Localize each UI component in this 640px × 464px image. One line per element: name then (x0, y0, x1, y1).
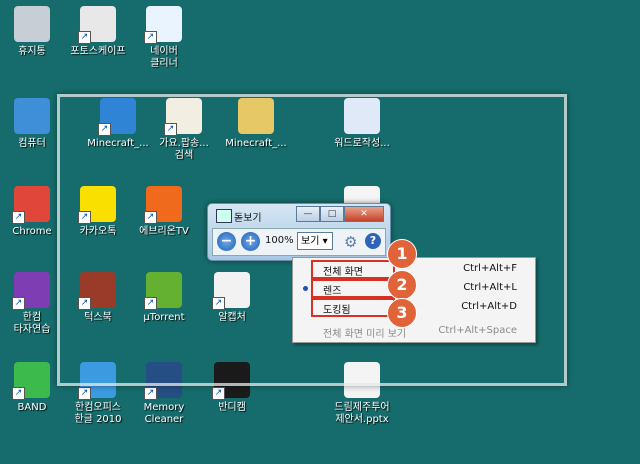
chrome-icon: ↗ (12, 186, 50, 224)
desktop-icon-label: 한컴오피스 한글 2010 (74, 402, 122, 425)
desktop-icon-label: 휴지통 (18, 46, 46, 57)
shortcut-arrow-icon: ↗ (78, 387, 91, 400)
menu-item-label: 도킹됨 (323, 305, 351, 316)
shortcut-arrow-icon: ↗ (12, 387, 25, 400)
step-badge-2: 2 (387, 270, 417, 300)
view-dropdown[interactable]: 보기 ▾ (297, 232, 333, 250)
desktop-icon-naver-cleaner[interactable]: ↗ 네이버 클리너 (128, 6, 200, 70)
menu-item-shortcut: Ctrl+Alt+L (463, 282, 517, 293)
shortcut-arrow-icon: ↗ (144, 31, 157, 44)
radio-dot-icon (303, 286, 308, 291)
desktop-icon-fotoscape[interactable]: ↗ 포토스케이프 (62, 6, 134, 58)
magnifier-toolbar: − + 100% 보기 ▾ ⚙ ? (212, 228, 386, 256)
desktop-icon-recycle[interactable]: 휴지통 (0, 6, 68, 58)
shortcut-arrow-icon: ↗ (78, 31, 91, 44)
shortcut-arrow-icon: ↗ (12, 297, 25, 310)
desktop-icon-label: BAND (17, 402, 47, 413)
magnifier-title: 돋보기 (234, 213, 262, 224)
desktop-icon-label: 네이버 클리너 (150, 46, 178, 69)
help-icon[interactable]: ? (365, 233, 381, 249)
menu-item-label: 렌즈 (323, 286, 342, 297)
hancom-typing-icon: ↗ (12, 272, 50, 310)
menu-item-label: 전체 화면 (323, 267, 363, 278)
zoom-out-button[interactable]: − (217, 232, 236, 251)
minimize-button[interactable]: — (296, 206, 320, 222)
menu-item-shortcut: Ctrl+Alt+F (463, 263, 517, 274)
magnifier-app-icon (216, 209, 232, 223)
gear-icon[interactable]: ⚙ (344, 233, 357, 251)
view-menu: 전체 화면 Ctrl+Alt+F 렌즈 Ctrl+Alt+L 도킹됨 Ctrl+… (292, 257, 536, 343)
band-icon: ↗ (12, 362, 50, 400)
desktop-icon-label: Memory Cleaner (143, 402, 185, 425)
menu-item-shortcut: Ctrl+Alt+D (461, 301, 517, 312)
desktop-icon-label: 반디캠 (218, 402, 246, 413)
shortcut-arrow-icon: ↗ (12, 211, 25, 224)
menu-item-fullscreen-preview: 전체 화면 미리 보기 Ctrl+Alt+Space (293, 322, 535, 340)
shortcut-arrow-icon: ↗ (144, 387, 157, 400)
step-badge-1: 1 (387, 239, 417, 269)
close-button[interactable]: ✕ (344, 206, 384, 222)
naver-cleaner-icon: ↗ (144, 6, 182, 44)
zoom-level: 100% (265, 235, 294, 246)
computer-icon (14, 98, 50, 134)
photoscape-icon: ↗ (78, 6, 116, 44)
menu-item-shortcut: Ctrl+Alt+Space (438, 325, 517, 336)
desktop-icon-label: 포토스케이프 (70, 46, 126, 57)
maximize-button[interactable]: □ (320, 206, 344, 222)
recycle-bin-icon (14, 6, 50, 42)
magnifier-window[interactable]: 돋보기 — □ ✕ − + 100% 보기 ▾ ⚙ ? (207, 203, 391, 261)
zoom-in-button[interactable]: + (241, 232, 260, 251)
menu-item-label: 전체 화면 미리 보기 (323, 329, 407, 340)
step-badge-3: 3 (387, 298, 417, 328)
desktop-icon-label: 드림제주투어 제안서.pptx (334, 402, 390, 425)
shortcut-arrow-icon: ↗ (212, 387, 225, 400)
